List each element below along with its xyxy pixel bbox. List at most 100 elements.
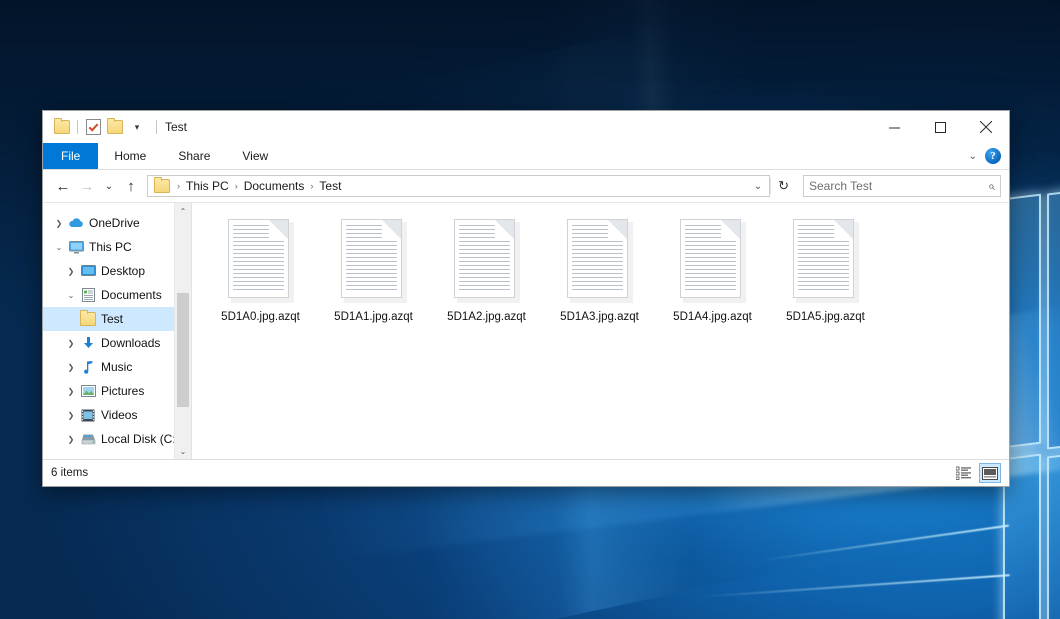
- back-arrow-icon[interactable]: ←: [51, 174, 75, 198]
- file-name-label: 5D1A3.jpg.azqt: [560, 311, 639, 323]
- file-name-label: 5D1A2.jpg.azqt: [447, 311, 526, 323]
- address-folder-icon: [154, 179, 170, 193]
- chevron-right-icon[interactable]: ❯: [63, 435, 79, 444]
- address-input[interactable]: › This PC › Documents › Test ⌄: [147, 175, 770, 197]
- minimize-icon[interactable]: [871, 111, 917, 143]
- music-icon: [79, 360, 97, 374]
- breadcrumb-documents[interactable]: Documents: [241, 179, 308, 193]
- ribbon-right-controls: ⌄ ?: [969, 143, 1009, 169]
- sidebar-item-pictures[interactable]: ❯ Pictures: [43, 379, 191, 403]
- sidebar-item-videos[interactable]: ❯ Videos: [43, 403, 191, 427]
- sidebar-item-music[interactable]: ❯ Music: [43, 355, 191, 379]
- breadcrumb-this-pc[interactable]: This PC: [183, 179, 232, 193]
- window-title: Test: [165, 120, 187, 134]
- sidebar-item-label: Desktop: [97, 264, 145, 278]
- refresh-icon[interactable]: ↻: [770, 178, 796, 194]
- forward-arrow-icon[interactable]: →: [75, 174, 99, 198]
- file-name-label: 5D1A4.jpg.azqt: [673, 311, 752, 323]
- sidebar-item-label: Videos: [97, 408, 137, 422]
- customize-chevron-icon[interactable]: ▾: [126, 116, 148, 138]
- list-item[interactable]: 5D1A5.jpg.azqt: [769, 217, 882, 323]
- document-icon: [228, 219, 294, 303]
- search-placeholder: Search Test: [809, 179, 988, 193]
- navigation-pane: ❯ OneDrive ⌄ This PC ❯: [43, 203, 191, 459]
- details-view-button[interactable]: [953, 463, 975, 483]
- tab-file[interactable]: File: [43, 143, 98, 169]
- chevron-right-icon[interactable]: ❯: [63, 363, 79, 372]
- chevron-right-icon[interactable]: ❯: [63, 267, 79, 276]
- sidebar-item-local-disk-c[interactable]: ❯ Local Disk (C:): [43, 427, 191, 451]
- new-folder-icon[interactable]: [104, 116, 126, 138]
- help-icon[interactable]: ?: [985, 148, 1001, 164]
- chevron-right-icon[interactable]: ❯: [63, 339, 79, 348]
- large-icons-view-button[interactable]: [979, 463, 1001, 483]
- chevron-right-icon[interactable]: ❯: [63, 411, 79, 420]
- tab-share[interactable]: Share: [162, 143, 226, 169]
- quick-access-toolbar: ▾: [43, 116, 148, 138]
- breadcrumb-separator: ›: [232, 181, 241, 191]
- chevron-down-icon[interactable]: ⌄: [63, 291, 79, 300]
- tab-view[interactable]: View: [226, 143, 284, 169]
- search-input[interactable]: Search Test ⌕: [803, 175, 1001, 197]
- up-arrow-icon[interactable]: ↑: [119, 174, 143, 198]
- sidebar-item-label: Local Disk (C:): [97, 432, 180, 446]
- sidebar-item-label: Music: [97, 360, 132, 374]
- documents-icon: [79, 288, 97, 302]
- file-name-label: 5D1A5.jpg.azqt: [786, 311, 865, 323]
- list-item[interactable]: 5D1A3.jpg.azqt: [543, 217, 656, 323]
- file-grid: 5D1A0.jpg.azqt 5D1A1.jpg.azqt: [204, 217, 1009, 323]
- window-body: ❯ OneDrive ⌄ This PC ❯: [43, 202, 1009, 459]
- sidebar-item-this-pc[interactable]: ⌄ This PC: [43, 235, 191, 259]
- desktop-icon: [79, 265, 97, 277]
- list-item[interactable]: 5D1A1.jpg.azqt: [317, 217, 430, 323]
- disk-icon: [79, 433, 97, 445]
- sidebar-item-label: Downloads: [97, 336, 160, 350]
- navigation-pane-scrollbar[interactable]: ⌃ ⌄: [174, 203, 191, 459]
- chevron-right-icon[interactable]: ❯: [63, 387, 79, 396]
- item-count-label: 6 items: [51, 467, 88, 479]
- windows-logo-pane-tr: [1047, 184, 1060, 449]
- chevron-down-icon[interactable]: ⌄: [51, 243, 67, 252]
- qat-divider: [77, 120, 78, 134]
- folder-icon: [79, 312, 97, 326]
- list-item[interactable]: 5D1A4.jpg.azqt: [656, 217, 769, 323]
- tab-home[interactable]: Home: [98, 143, 162, 169]
- search-icon[interactable]: ⌕: [988, 179, 995, 194]
- list-item[interactable]: 5D1A0.jpg.azqt: [204, 217, 317, 323]
- sidebar-item-onedrive[interactable]: ❯ OneDrive: [43, 211, 191, 235]
- monitor-icon: [67, 241, 85, 254]
- file-name-label: 5D1A0.jpg.azqt: [221, 311, 300, 323]
- properties-icon[interactable]: [82, 116, 104, 138]
- sidebar-item-label: Pictures: [97, 384, 144, 398]
- sidebar-item-desktop[interactable]: ❯ Desktop: [43, 259, 191, 283]
- ribbon-tab-bar: File Home Share View ⌄ ?: [43, 143, 1009, 170]
- maximize-icon[interactable]: [917, 111, 963, 143]
- desktop: ▾ Test File Home Share View: [0, 0, 1060, 619]
- scrollbar-thumb[interactable]: [177, 293, 189, 407]
- close-icon[interactable]: [963, 111, 1009, 143]
- list-item[interactable]: 5D1A2.jpg.azqt: [430, 217, 543, 323]
- chevron-down-icon[interactable]: ⌄: [969, 151, 977, 162]
- downloads-icon: [79, 336, 97, 350]
- file-name-label: 5D1A1.jpg.azqt: [334, 311, 413, 323]
- folder-icon[interactable]: [51, 116, 73, 138]
- videos-icon: [79, 409, 97, 422]
- breadcrumb-test[interactable]: Test: [316, 179, 344, 193]
- scroll-up-icon[interactable]: ⌃: [175, 203, 191, 219]
- sidebar-item-downloads[interactable]: ❯ Downloads: [43, 331, 191, 355]
- sidebar-item-documents[interactable]: ⌄ Documents: [43, 283, 191, 307]
- chevron-right-icon[interactable]: ❯: [51, 219, 67, 228]
- address-bar-tail: ⌄: [747, 181, 769, 192]
- status-bar: 6 items: [43, 459, 1009, 486]
- view-buttons: [953, 463, 1001, 483]
- recent-locations-chevron-icon[interactable]: ⌄: [99, 174, 119, 198]
- sidebar-item-label: Test: [97, 312, 123, 326]
- scroll-down-icon[interactable]: ⌄: [175, 443, 191, 459]
- address-dropdown-icon[interactable]: ⌄: [747, 181, 769, 192]
- file-list-view[interactable]: 5D1A0.jpg.azqt 5D1A1.jpg.azqt: [191, 203, 1009, 459]
- breadcrumb-separator: ›: [174, 181, 183, 191]
- sidebar-item-test[interactable]: Test: [43, 307, 191, 331]
- title-bar: ▾ Test: [43, 111, 1009, 143]
- file-explorer-window: ▾ Test File Home Share View: [42, 110, 1010, 487]
- document-icon: [341, 219, 407, 303]
